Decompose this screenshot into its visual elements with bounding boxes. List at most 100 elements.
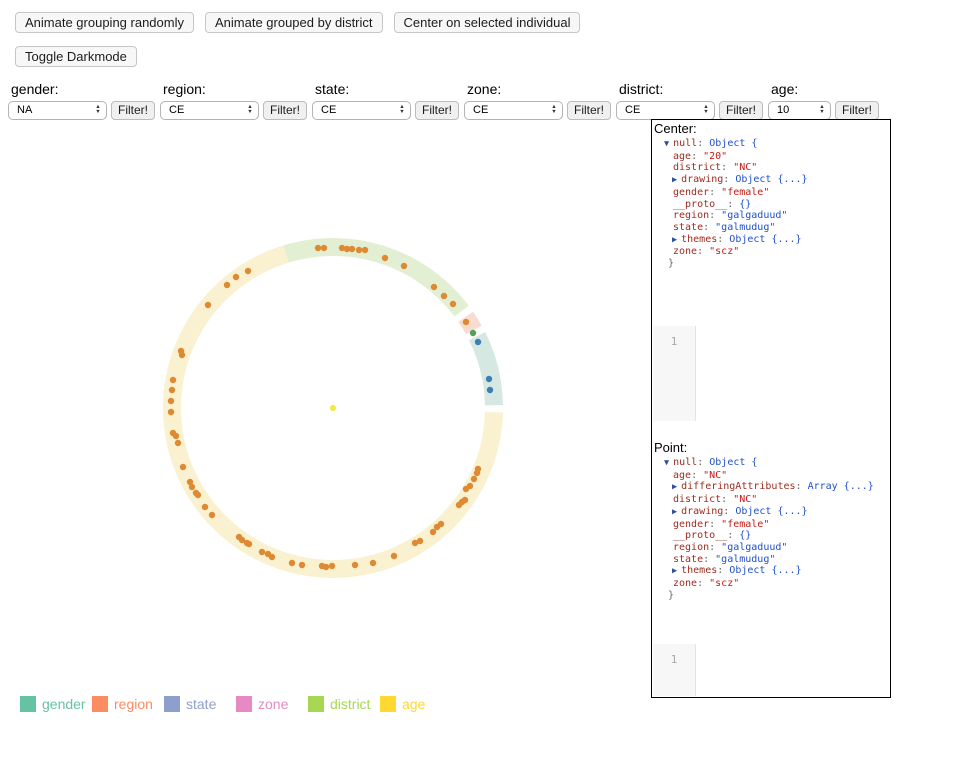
disclosure-triangle-icon[interactable]: ▶ — [672, 235, 677, 245]
individual-dot[interactable] — [168, 409, 174, 415]
individual-dot[interactable] — [329, 563, 335, 569]
individual-dot[interactable] — [475, 339, 481, 345]
individual-dot[interactable] — [299, 562, 305, 568]
disclosure-triangle-icon[interactable]: ▶ — [672, 507, 677, 517]
tree-key: state — [673, 554, 703, 565]
disclosure-triangle-icon[interactable]: ▶ — [672, 482, 677, 492]
individual-dot[interactable] — [352, 562, 358, 568]
tree-value: "scz" — [709, 578, 739, 589]
individual-dot[interactable] — [175, 440, 181, 446]
individual-dot[interactable] — [463, 486, 469, 492]
tree-value: "galgaduud" — [721, 210, 787, 221]
individual-dot[interactable] — [187, 479, 193, 485]
individual-dot[interactable] — [349, 246, 355, 252]
legend: genderregionstatezonedistrictage — [20, 696, 452, 712]
individual-dot[interactable] — [178, 348, 184, 354]
tree-key: zone — [673, 246, 697, 257]
individual-dot[interactable] — [245, 268, 251, 274]
individual-dot[interactable] — [356, 247, 362, 253]
age-color-swatch — [380, 696, 396, 712]
individual-dot[interactable] — [370, 560, 376, 566]
individual-dot[interactable] — [180, 464, 186, 470]
tree-value: "scz" — [709, 246, 739, 257]
individual-dot[interactable] — [474, 470, 480, 476]
zone-color-swatch — [236, 696, 252, 712]
individual-dot[interactable] — [450, 301, 456, 307]
tree-colon: : — [691, 151, 703, 162]
individual-dot[interactable] — [434, 524, 440, 530]
disclosure-triangle-icon[interactable]: ▼ — [664, 139, 669, 149]
district-filter-select[interactable]: CE — [616, 101, 715, 120]
editor-gutter: 1 — [653, 326, 696, 421]
individual-dot[interactable] — [265, 551, 271, 557]
individual-dot[interactable] — [441, 293, 447, 299]
individual-dot[interactable] — [321, 245, 327, 251]
individual-dot[interactable] — [430, 529, 436, 535]
tree-key: state — [673, 222, 703, 233]
tree-value: {} — [739, 199, 751, 210]
legend-label: district — [330, 696, 370, 712]
individual-dot[interactable] — [412, 540, 418, 546]
tree-key: themes — [681, 234, 717, 245]
tree-key: null — [673, 138, 697, 149]
tree-value: "NC" — [733, 494, 757, 505]
individual-dot[interactable] — [202, 504, 208, 510]
zone-filter-button[interactable]: Filter! — [567, 101, 611, 120]
legend-label: age — [402, 696, 425, 712]
tree-colon: : — [721, 162, 733, 173]
individual-dot[interactable] — [224, 282, 230, 288]
tree-line: district: "NC" — [653, 494, 889, 506]
individual-dot[interactable] — [168, 398, 174, 404]
grouping-ring-chart — [0, 0, 545, 625]
individual-dot[interactable] — [315, 245, 321, 251]
tree-colon: : — [703, 554, 715, 565]
tree-line: ▶differingAttributes: Array {...} — [653, 481, 889, 494]
tree-key: region — [673, 542, 709, 553]
tree-value: "galmudug" — [715, 222, 775, 233]
tree-key: drawing — [681, 506, 723, 517]
gender-color-swatch — [20, 696, 36, 712]
individual-dot[interactable] — [470, 330, 476, 336]
individual-dot[interactable] — [193, 490, 199, 496]
tree-line: age: "NC" — [653, 470, 889, 482]
individual-dot[interactable] — [401, 263, 407, 269]
individual-dot[interactable] — [209, 512, 215, 518]
json-editor-center[interactable]: 1 — [653, 326, 889, 421]
individual-dot[interactable] — [362, 247, 368, 253]
individual-dot[interactable] — [463, 319, 469, 325]
individual-dot[interactable] — [169, 387, 175, 393]
individual-dot[interactable] — [170, 377, 176, 383]
individual-dot[interactable] — [456, 502, 462, 508]
individual-dot[interactable] — [487, 387, 493, 393]
individual-dot[interactable] — [471, 476, 477, 482]
tree-close-brace: } — [668, 258, 674, 269]
individual-dot[interactable] — [319, 563, 325, 569]
tree-key: null — [673, 457, 697, 468]
tree-colon: : — [727, 530, 739, 541]
individual-dot[interactable] — [236, 534, 242, 540]
tree-colon: : — [796, 481, 808, 492]
age-filter-select[interactable]: 10 — [768, 101, 831, 120]
tree-colon: : — [727, 199, 739, 210]
individual-dot[interactable] — [170, 430, 176, 436]
individual-dot[interactable] — [486, 376, 492, 382]
json-editor-point[interactable]: 1 — [653, 644, 889, 696]
disclosure-triangle-icon[interactable]: ▼ — [664, 458, 669, 468]
editor-content-area[interactable] — [696, 326, 889, 421]
individual-dot[interactable] — [259, 549, 265, 555]
district-filter-button[interactable]: Filter! — [719, 101, 763, 120]
age-filter-button[interactable]: Filter! — [835, 101, 879, 120]
individual-dot[interactable] — [431, 284, 437, 290]
individual-dot[interactable] — [233, 274, 239, 280]
legend-label: state — [186, 696, 216, 712]
disclosure-triangle-icon[interactable]: ▶ — [672, 566, 677, 576]
tree-value: "20" — [703, 151, 727, 162]
editor-content-area[interactable] — [696, 644, 889, 696]
tree-colon: : — [723, 506, 735, 517]
individual-dot[interactable] — [391, 553, 397, 559]
individual-dot[interactable] — [382, 255, 388, 261]
individual-dot[interactable] — [205, 302, 211, 308]
individual-dot[interactable] — [289, 560, 295, 566]
center-dot[interactable] — [330, 405, 336, 411]
disclosure-triangle-icon[interactable]: ▶ — [672, 175, 677, 185]
